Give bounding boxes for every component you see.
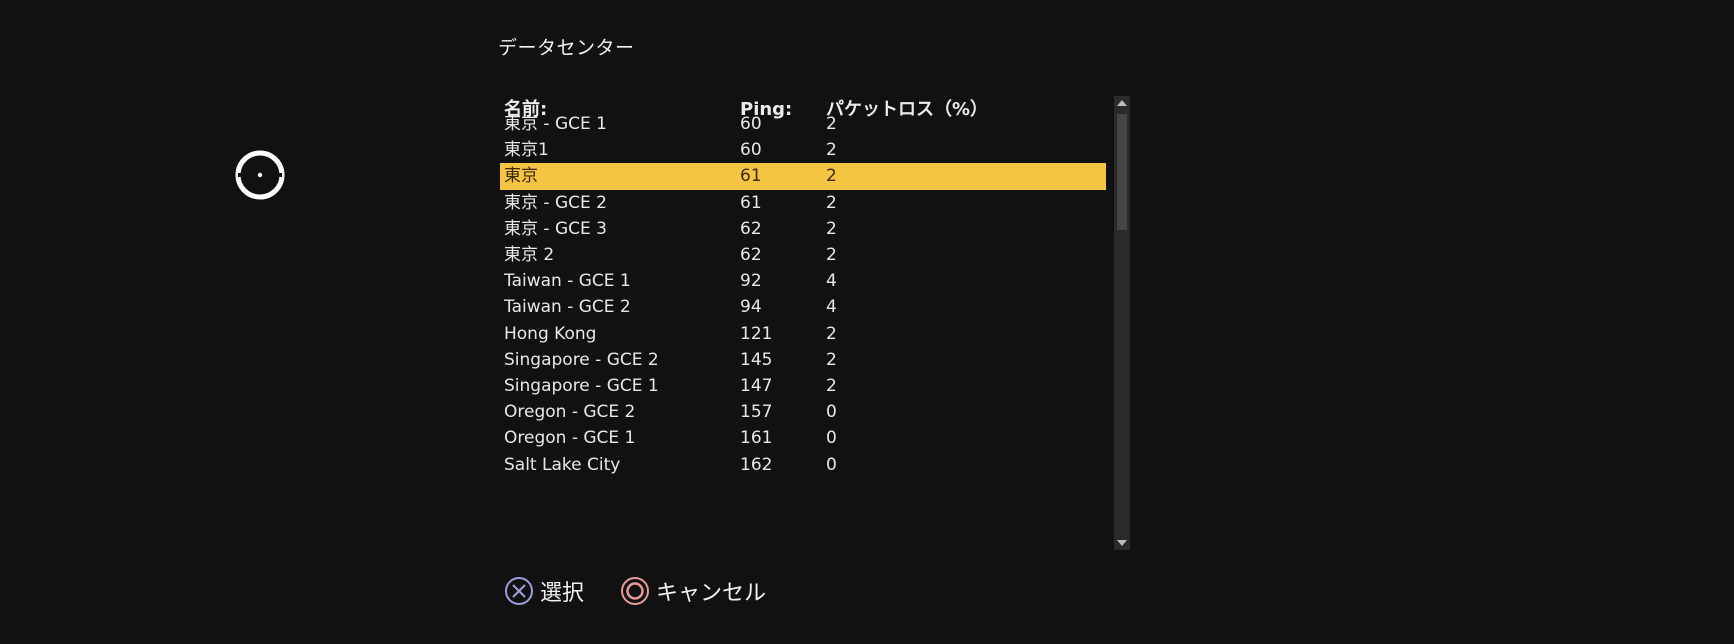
page-title: データセンター <box>498 37 635 59</box>
row-name: 東京 - GCE 3 <box>504 218 607 239</box>
circle-button-icon <box>621 577 650 605</box>
scroll-thumb[interactable] <box>1117 114 1127 230</box>
row-ping: 145 <box>740 349 773 370</box>
row-ping: 162 <box>740 454 773 475</box>
row-loss: 2 <box>826 376 837 396</box>
row-loss: 2 <box>826 323 837 344</box>
row-name: 東京 - GCE 1 <box>504 114 607 134</box>
datacenter-list-panel: 名前: Ping: パケットロス（%） 東京 - GCE 1 60 2 東京1 60 2 東… <box>498 96 1132 550</box>
row-ping: 61 <box>740 166 762 187</box>
scroll-down-arrow-icon[interactable] <box>1114 536 1130 550</box>
row-ping: 62 <box>740 218 762 239</box>
table-row[interactable]: 東京 - GCE 3 62 2 <box>500 216 1106 243</box>
row-ping: 62 <box>740 245 762 265</box>
reticle-icon <box>235 150 285 200</box>
table-row[interactable]: 東京 2 62 2 <box>500 242 1106 269</box>
row-ping: 60 <box>740 114 762 134</box>
row-name: Oregon - GCE 2 <box>504 402 636 423</box>
cancel-hint[interactable]: キャンセル <box>620 575 766 607</box>
table-row[interactable]: Singapore - GCE 2 145 2 <box>500 347 1106 374</box>
table-row[interactable]: Singapore - GCE 1 147 2 <box>500 373 1106 400</box>
row-name: 東京1 <box>504 140 549 161</box>
row-loss: 2 <box>826 245 837 265</box>
table-row[interactable]: Taiwan - GCE 1 92 4 <box>500 268 1106 295</box>
table-row[interactable]: 東京1 60 2 <box>500 137 1106 164</box>
row-loss: 0 <box>826 402 837 423</box>
row-loss: 0 <box>826 454 837 475</box>
select-hint[interactable]: 選択 <box>504 575 584 607</box>
row-name: Oregon - GCE 1 <box>504 428 636 449</box>
row-ping: 147 <box>740 376 773 396</box>
row-ping: 61 <box>740 192 762 213</box>
row-loss: 2 <box>826 192 837 213</box>
row-ping: 161 <box>740 428 773 449</box>
row-loss: 2 <box>826 140 837 161</box>
row-ping: 92 <box>740 271 762 292</box>
table-row[interactable]: Oregon - GCE 2 157 0 <box>500 399 1106 426</box>
datacenter-screen: データセンター 名前: Ping: パケットロス（%） 東京 - GCE 1 60… <box>0 0 1734 644</box>
scroll-up-arrow-icon[interactable] <box>1114 96 1130 110</box>
row-ping: 121 <box>740 323 773 344</box>
row-name: Salt Lake City <box>504 454 621 475</box>
row-loss: 2 <box>826 114 837 134</box>
row-name: Taiwan - GCE 2 <box>504 297 631 318</box>
table-row[interactable]: Taiwan - GCE 2 94 4 <box>500 294 1106 321</box>
table-row[interactable]: Hong Kong 121 2 <box>500 321 1106 348</box>
row-ping: 157 <box>740 402 773 423</box>
table-row[interactable]: 東京 - GCE 1 60 2 <box>500 111 1106 138</box>
button-hints: 選択 キャンセル <box>504 573 802 609</box>
datacenter-table: 名前: Ping: パケットロス（%） 東京 - GCE 1 60 2 東京1 60 2 東… <box>498 96 1108 550</box>
table-row[interactable]: Salt Lake City 162 0 <box>500 452 1106 479</box>
row-loss: 0 <box>826 428 837 449</box>
list-scrollbar[interactable] <box>1114 96 1130 550</box>
row-name: Singapore - GCE 1 <box>504 376 659 396</box>
row-loss: 2 <box>826 166 837 187</box>
row-loss: 4 <box>826 297 837 318</box>
row-loss: 2 <box>826 349 837 370</box>
cancel-label: キャンセル <box>656 581 767 606</box>
row-loss: 4 <box>826 271 837 292</box>
table-row[interactable]: 東京 - GCE 2 61 2 <box>500 190 1106 217</box>
cross-button-icon <box>505 577 533 605</box>
table-row[interactable]: Oregon - GCE 1 161 0 <box>500 425 1106 452</box>
row-ping: 60 <box>740 140 762 161</box>
row-name: Hong Kong <box>504 323 597 344</box>
table-row[interactable]: 東京 61 2 <box>500 163 1106 191</box>
select-label: 選択 <box>540 581 585 606</box>
row-ping: 94 <box>740 297 762 318</box>
row-loss: 2 <box>826 218 837 239</box>
row-name: Taiwan - GCE 1 <box>504 271 631 292</box>
row-name: 東京 <box>504 166 538 187</box>
row-name: 東京 - GCE 2 <box>504 192 607 213</box>
row-name: 東京 2 <box>504 245 555 265</box>
row-name: Singapore - GCE 2 <box>504 349 659 370</box>
